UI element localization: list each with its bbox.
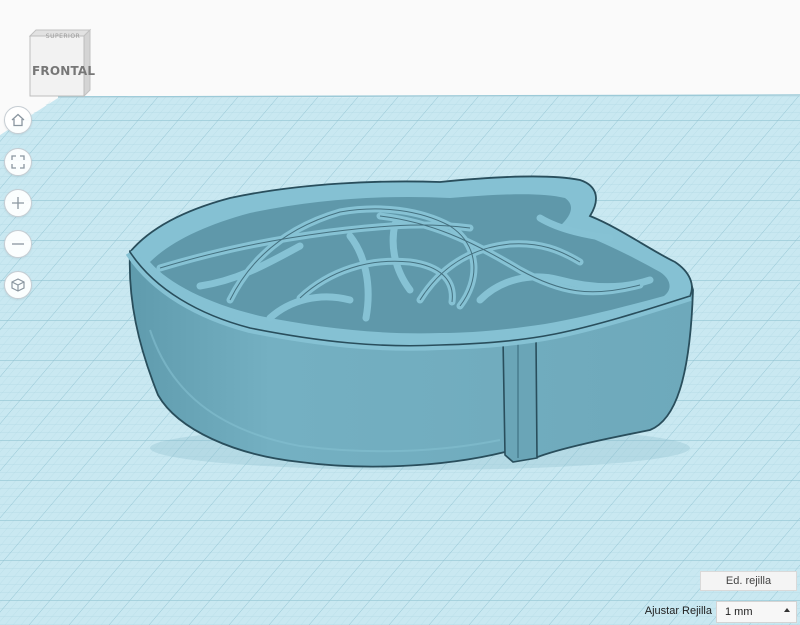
view-cube-front-label[interactable]: FRONTAL <box>32 64 95 78</box>
home-view-button[interactable] <box>4 106 32 134</box>
caret-up-icon <box>784 608 790 612</box>
fit-view-icon <box>11 155 25 169</box>
minus-icon <box>12 243 24 245</box>
home-icon <box>11 113 25 127</box>
fit-view-button[interactable] <box>4 148 32 176</box>
zoom-out-button[interactable] <box>4 230 32 258</box>
view-cube[interactable]: SUPERIOR FRONTAL <box>22 22 98 104</box>
view-cube-top-label[interactable]: SUPERIOR <box>34 33 92 40</box>
snap-grid-select[interactable]: 1 mm <box>716 601 797 623</box>
snap-grid-label: Ajustar Rejilla <box>644 605 712 617</box>
3d-viewport[interactable] <box>0 0 800 625</box>
snap-grid-value: 1 mm <box>725 606 753 618</box>
perspective-button[interactable] <box>4 271 32 299</box>
cube-icon <box>11 278 25 292</box>
plus-icon <box>12 197 24 209</box>
zoom-in-button[interactable] <box>4 189 32 217</box>
edit-grid-button[interactable]: Ed. rejilla <box>700 571 797 591</box>
